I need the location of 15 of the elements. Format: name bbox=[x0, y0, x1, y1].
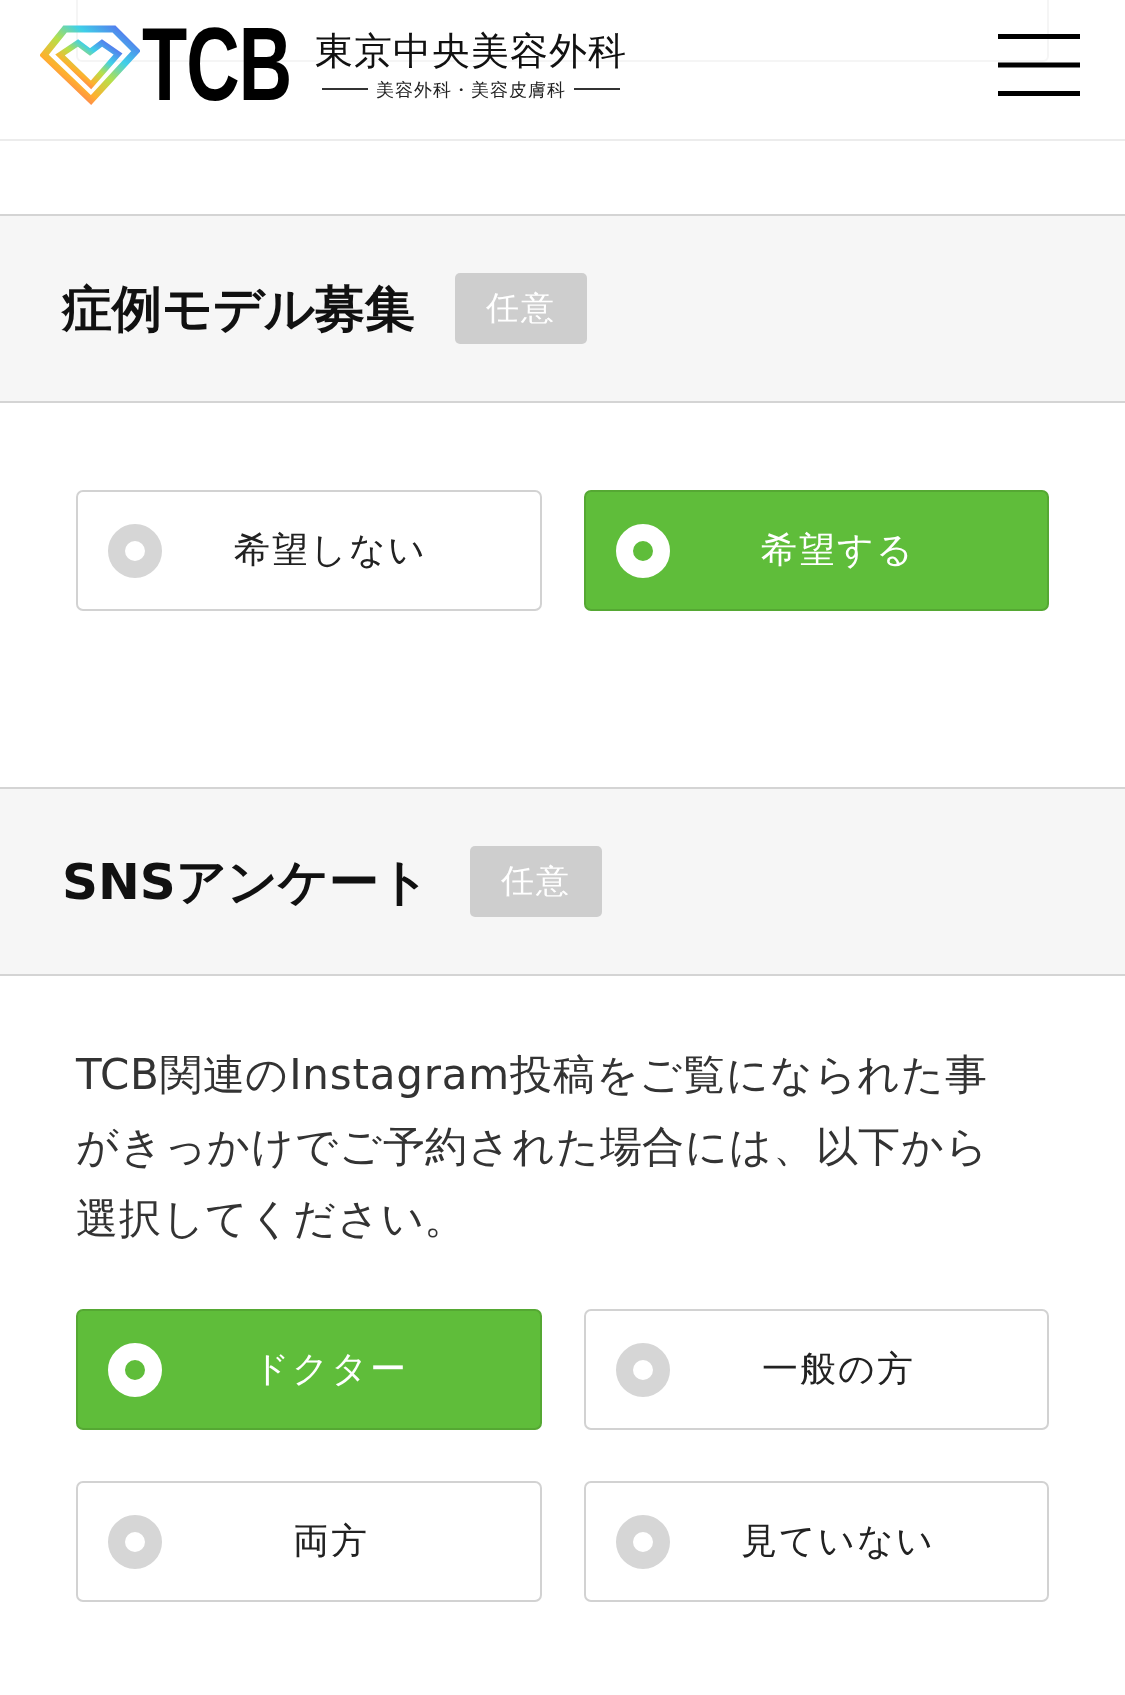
radio-icon bbox=[108, 1514, 162, 1569]
radio-icon bbox=[108, 1342, 162, 1397]
logo-text: TCB bbox=[142, 12, 292, 117]
radio-option[interactable]: 一般の方 bbox=[583, 1309, 1049, 1430]
menu-icon[interactable] bbox=[998, 33, 1080, 96]
radio-option[interactable]: 見ていない bbox=[583, 1481, 1049, 1602]
radio-option[interactable]: 両方 bbox=[76, 1481, 542, 1602]
radio-icon bbox=[108, 523, 162, 578]
radio-option[interactable]: 希望しない bbox=[76, 490, 542, 611]
logo-diamond-icon bbox=[40, 24, 140, 105]
section-title: SNSアンケート bbox=[62, 851, 430, 912]
clinic-subtitle: 美容外科・美容皮膚科 bbox=[376, 78, 567, 101]
clinic-name: 東京中央美容外科 bbox=[315, 28, 628, 75]
section-title: 症例モデル募集 bbox=[62, 278, 415, 339]
instruction-text: TCB関連のInstagram投稿をご覧になられた事がきっかけでご予約された場合には、以下から選択してください。 bbox=[76, 1049, 990, 1245]
